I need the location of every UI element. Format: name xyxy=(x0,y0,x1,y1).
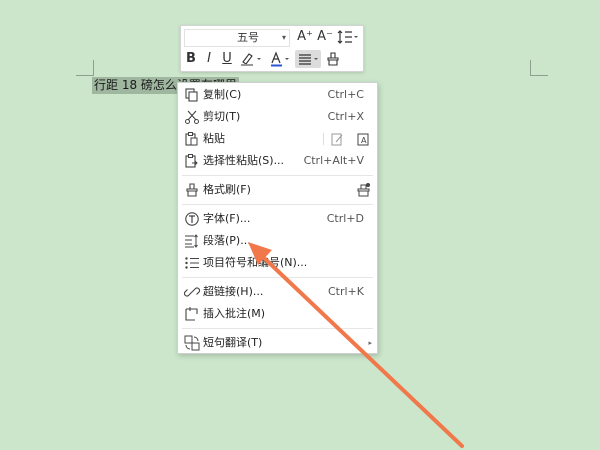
menu-item-label: 项目符号和编号(N)... xyxy=(203,256,308,269)
bold-button[interactable]: B xyxy=(183,50,199,68)
menu-item-format-painter[interactable]: 格式刷(F) xyxy=(178,179,377,201)
format-painter-lock-icon[interactable] xyxy=(356,182,372,198)
menu-item-shortcut: Ctrl+D xyxy=(326,212,364,225)
menu-item-shortcut: Ctrl+Alt+V xyxy=(303,154,364,167)
menu-item-shortcut: Ctrl+X xyxy=(327,110,364,123)
context-menu: 复制(C) Ctrl+C 剪切(T) Ctrl+X 粘贴 A 选择性粘贴(S).… xyxy=(177,82,378,354)
shrink-font-icon: A⁻ xyxy=(317,29,333,44)
menu-item-label: 字体(F)... xyxy=(203,212,251,225)
paste-icon xyxy=(184,131,200,147)
cut-icon xyxy=(184,109,200,125)
grow-font-icon: A⁺ xyxy=(297,29,313,44)
menu-item-label: 复制(C) xyxy=(203,88,242,101)
menu-item-label: 粘贴 xyxy=(203,132,225,145)
menu-item-label: 段落(P)... xyxy=(203,234,251,247)
paste-options-divider xyxy=(323,133,324,145)
menu-item-shortcut: Ctrl+K xyxy=(327,285,364,298)
font-size-combo[interactable]: 五号 ▾ xyxy=(233,29,290,47)
italic-button[interactable]: I xyxy=(202,50,216,68)
menu-item-label: 格式刷(F) xyxy=(203,183,251,196)
menu-item-translate[interactable]: 短句翻译(T) ▸ xyxy=(178,332,377,354)
hyperlink-icon xyxy=(184,284,200,300)
menu-item-label: 剪切(T) xyxy=(203,110,241,123)
comment-icon xyxy=(184,306,200,322)
menu-item-bullets-numbering[interactable]: 项目符号和编号(N)... xyxy=(178,252,377,274)
menu-separator xyxy=(182,204,373,205)
underline-button[interactable]: U xyxy=(220,50,234,68)
toolbar-row-style: B I U xyxy=(181,48,363,70)
font-size-value: 五号 xyxy=(237,31,259,44)
font-icon xyxy=(184,211,200,227)
line-spacing-button[interactable] xyxy=(337,28,361,46)
crop-mark-top-right-h xyxy=(531,75,548,76)
menu-item-paste[interactable]: 粘贴 A xyxy=(178,128,377,150)
bullet-list-icon xyxy=(184,255,200,271)
paste-text-only-icon[interactable]: A xyxy=(356,131,372,147)
crop-mark-top-right-v xyxy=(530,60,531,76)
align-justify-icon xyxy=(299,54,318,65)
menu-item-paste-special[interactable]: 选择性粘贴(S)... Ctrl+Alt+V xyxy=(178,150,377,172)
menu-item-shortcut: Ctrl+C xyxy=(327,88,364,101)
underline-icon: U xyxy=(222,51,232,66)
format-painter-icon xyxy=(327,52,339,66)
paste-special-icon xyxy=(184,153,200,169)
shrink-font-button[interactable]: A⁻ xyxy=(317,28,333,46)
translate-icon xyxy=(184,335,200,351)
highlighter-icon xyxy=(241,53,261,66)
italic-icon: I xyxy=(207,51,211,66)
font-color-icon xyxy=(271,51,289,67)
format-painter-button[interactable] xyxy=(324,50,342,68)
bold-icon: B xyxy=(186,51,196,66)
paste-keep-format-icon[interactable] xyxy=(330,131,346,147)
paragraph-icon xyxy=(184,233,200,249)
font-color-button[interactable] xyxy=(269,50,293,68)
crop-mark-top-left-h xyxy=(76,75,93,76)
highlight-button[interactable] xyxy=(239,50,265,68)
toolbar-row-font: ▾ 五号 ▾ A⁺ A⁻ xyxy=(181,26,363,48)
menu-item-hyperlink[interactable]: 超链接(H)... Ctrl+K xyxy=(178,281,377,303)
chevron-down-icon: ▾ xyxy=(281,33,286,42)
grow-font-button[interactable]: A⁺ xyxy=(297,28,313,46)
menu-item-cut[interactable]: 剪切(T) Ctrl+X xyxy=(178,106,377,128)
menu-item-label: 插入批注(M) xyxy=(203,307,266,320)
menu-item-label: 超链接(H)... xyxy=(203,285,264,298)
line-spacing-icon xyxy=(337,30,358,44)
svg-text:A: A xyxy=(361,136,367,145)
menu-item-insert-comment[interactable]: 插入批注(M) xyxy=(178,303,377,325)
menu-separator xyxy=(182,277,373,278)
crop-mark-top-left-v xyxy=(93,60,94,76)
submenu-arrow-icon: ▸ xyxy=(368,339,372,347)
menu-item-copy[interactable]: 复制(C) Ctrl+C xyxy=(178,84,377,106)
menu-separator xyxy=(182,328,373,329)
menu-separator xyxy=(182,175,373,176)
menu-item-font[interactable]: 字体(F)... Ctrl+D xyxy=(178,208,377,230)
menu-item-label: 短句翻译(T) xyxy=(203,336,263,349)
mini-format-toolbar: ▾ 五号 ▾ A⁺ A⁻ B I U xyxy=(180,25,364,72)
copy-icon xyxy=(184,87,200,103)
format-painter-icon xyxy=(184,182,200,198)
align-button[interactable] xyxy=(295,50,321,68)
menu-item-label: 选择性粘贴(S)... xyxy=(203,154,285,167)
menu-item-paragraph[interactable]: 段落(P)... xyxy=(178,230,377,252)
